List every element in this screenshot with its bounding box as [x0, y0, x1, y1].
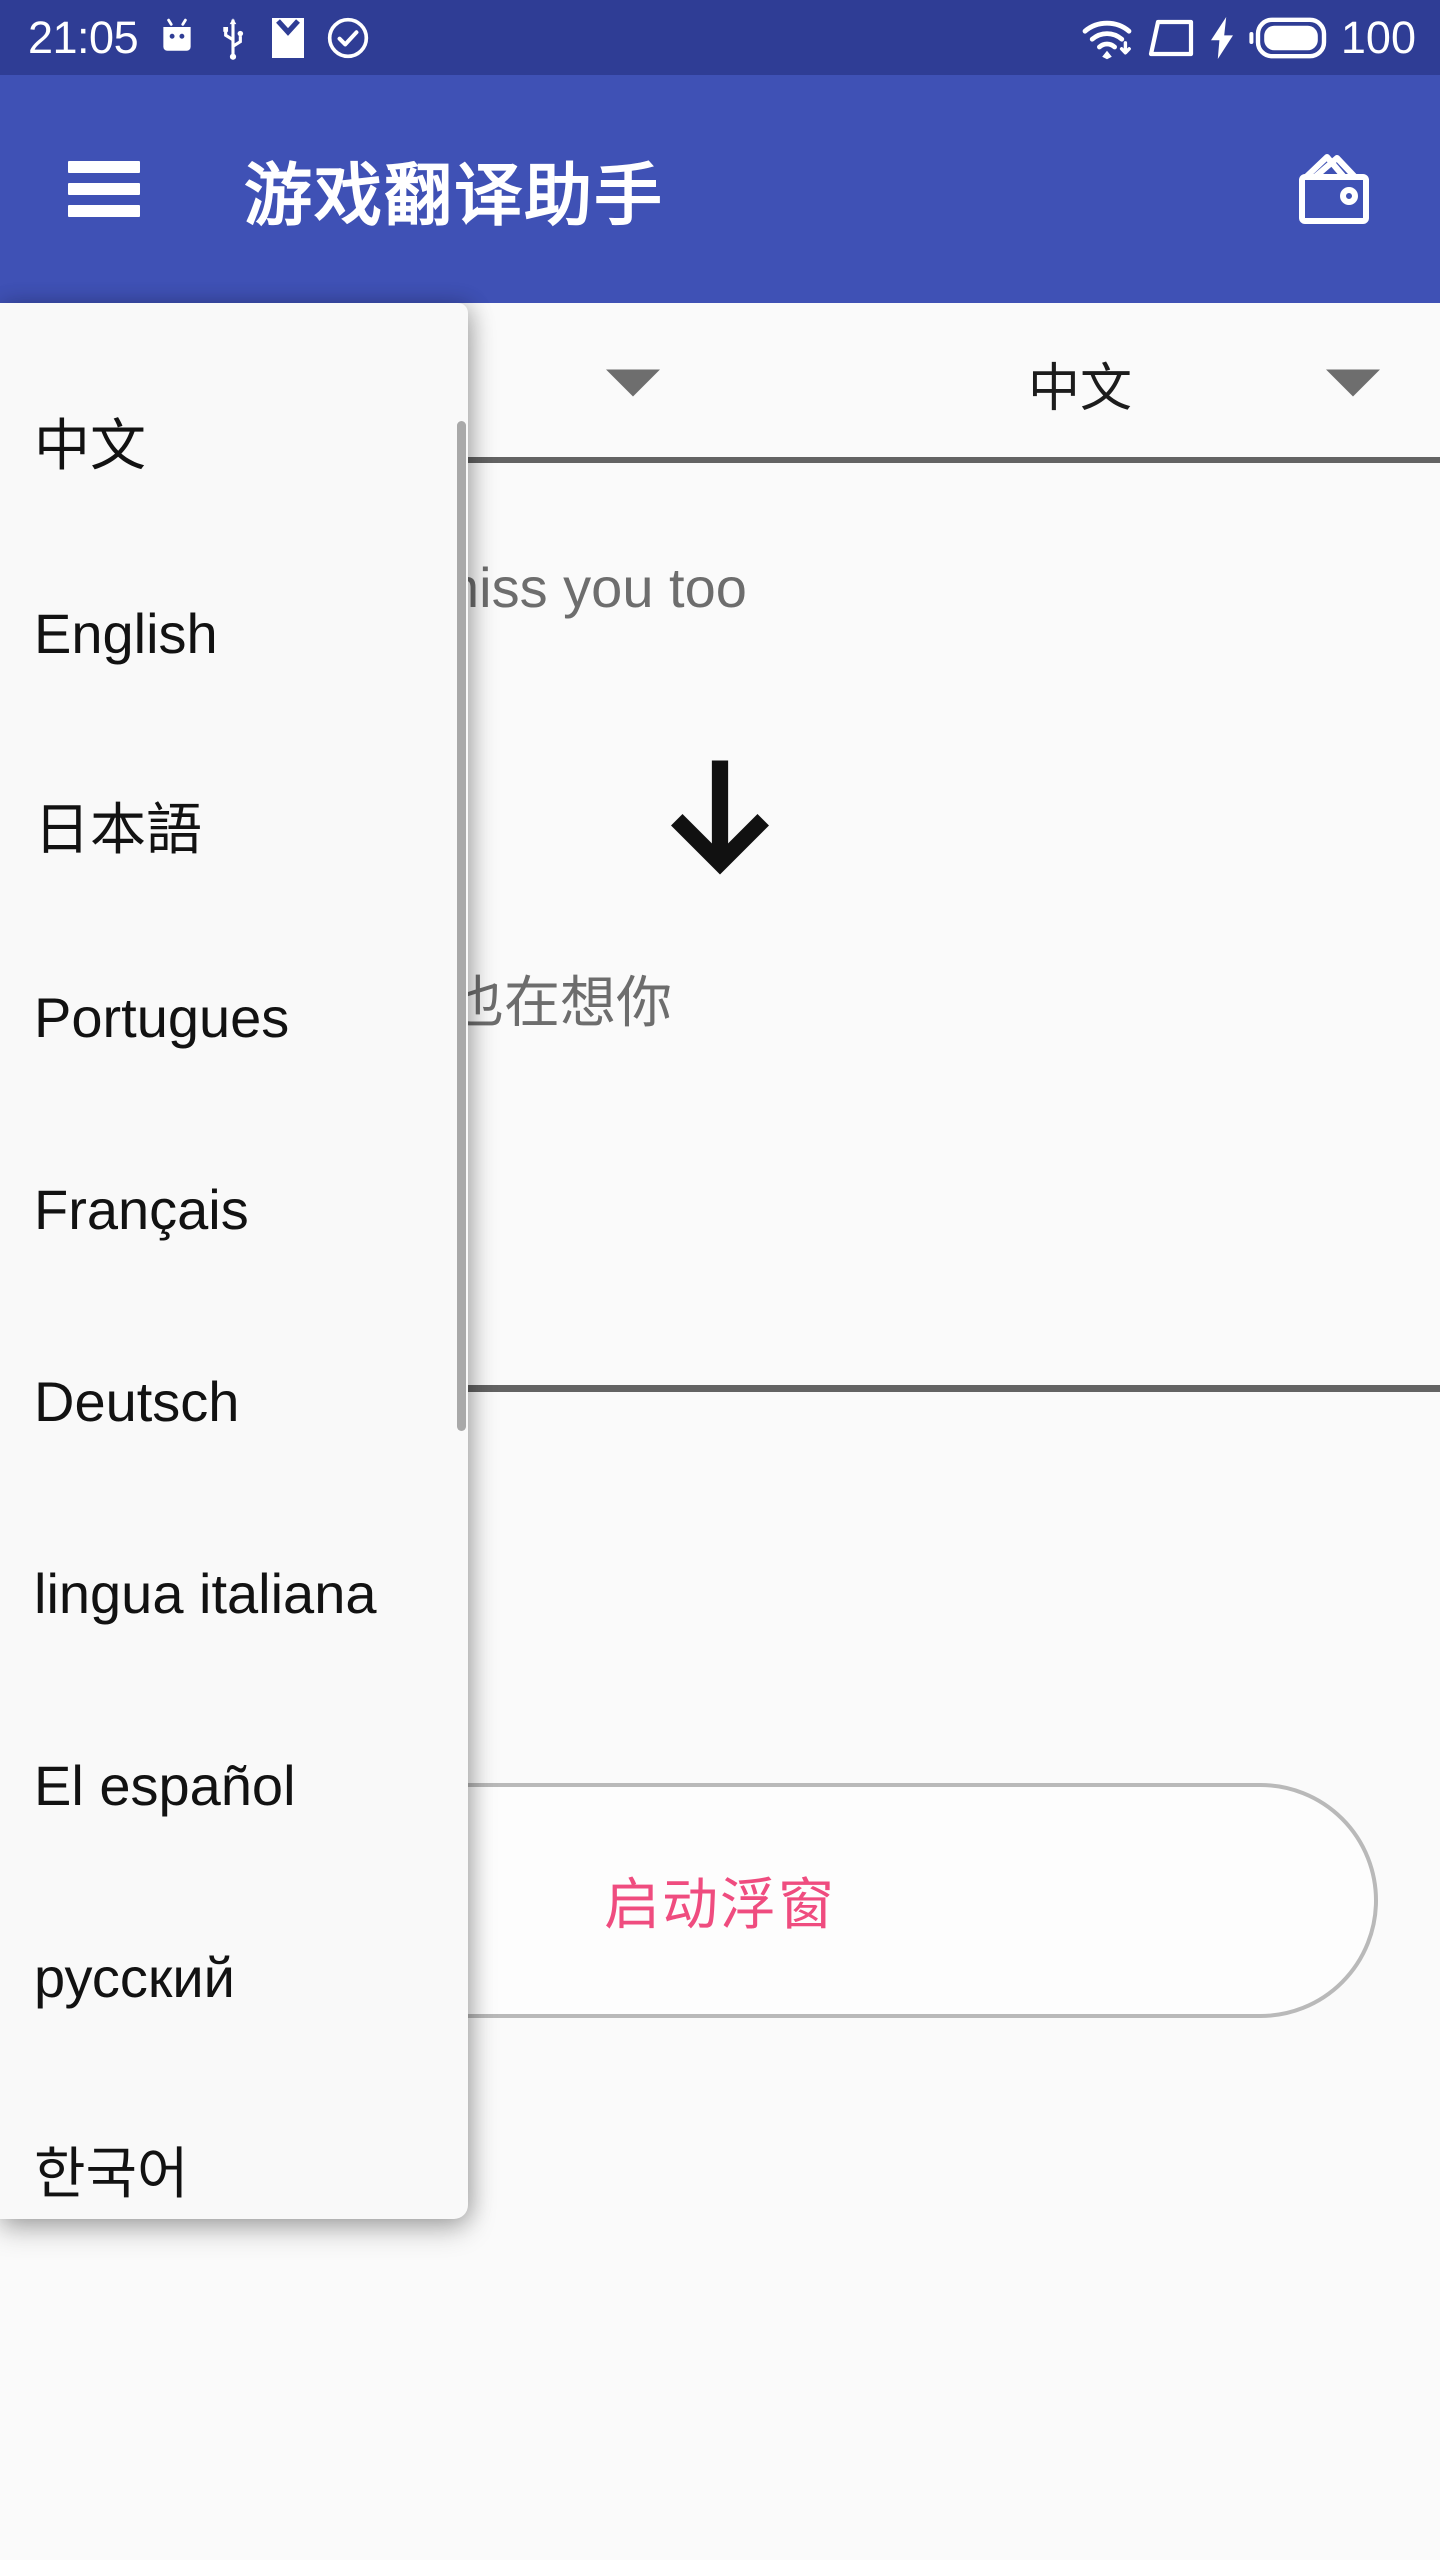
status-bar: 21:05 100 [0, 0, 1440, 75]
android-robot-icon [156, 17, 198, 59]
language-option-label: Deutsch [34, 1369, 240, 1433]
language-option-it[interactable]: lingua italiana [0, 1497, 468, 1689]
app-root: 21:05 100 游戏翻译助手 中文 miss you too 启动浮窗 中文… [0, 0, 1440, 2560]
hamburger-bar-2 [68, 183, 140, 195]
check-circle-icon [326, 16, 370, 60]
arrow-down-icon [665, 753, 775, 883]
start-float-window-label: 启动浮窗 [604, 1873, 836, 1936]
language-option-es[interactable]: El español [0, 1689, 468, 1881]
battery-icon [1249, 17, 1327, 59]
language-option-fr[interactable]: Français [0, 1113, 468, 1305]
vertical-scrollbar[interactable] [457, 421, 466, 1431]
language-option-label: English [34, 601, 218, 665]
hamburger-menu-icon[interactable] [68, 161, 140, 217]
language-option-ru[interactable]: русский [0, 1881, 468, 2073]
chevron-down-icon [606, 369, 660, 397]
target-language-value: 中文 [1027, 359, 1132, 418]
language-option-label: lingua italiana [34, 1561, 377, 1625]
hamburger-bar-1 [68, 161, 140, 173]
language-dropdown-list: 中文 English 日本語 Portugues Français Deutsc… [0, 303, 468, 2219]
page-title: 游戏翻译助手 [244, 157, 665, 234]
language-option-pt[interactable]: Portugues [0, 921, 468, 1113]
message-icon [268, 16, 308, 60]
language-dropdown-menu[interactable]: 中文 English 日本語 Portugues Français Deutsc… [0, 303, 468, 2219]
language-option-label: Portugues [34, 985, 290, 1049]
language-option-ja[interactable]: 日本語 [0, 729, 468, 921]
language-option-label: El español [34, 1753, 296, 1817]
language-option-label: 日本語 [34, 797, 202, 861]
language-option-label: 中文 [34, 413, 146, 477]
language-option-label: 한국어 [34, 2141, 189, 2205]
status-bar-left: 21:05 [28, 15, 370, 60]
language-option-zh[interactable]: 中文 [0, 345, 468, 537]
hamburger-bar-3 [68, 205, 140, 217]
language-option-label: Français [34, 1177, 249, 1241]
language-option-ko[interactable]: 한국어 [0, 2073, 468, 2219]
language-option-de[interactable]: Deutsch [0, 1305, 468, 1497]
target-language-spinner[interactable]: 中文 [720, 303, 1440, 463]
wallet-icon[interactable] [1282, 137, 1386, 241]
sim-card-icon [1147, 18, 1195, 58]
usb-icon [216, 16, 250, 60]
wifi-icon [1081, 16, 1133, 60]
charging-bolt-icon [1209, 16, 1235, 59]
language-option-en[interactable]: English [0, 537, 468, 729]
language-option-label: русский [34, 1945, 235, 2009]
status-bar-clock: 21:05 [28, 12, 139, 63]
status-bar-right: 100 [1081, 15, 1416, 60]
app-bar: 游戏翻译助手 [0, 75, 1440, 303]
chevron-down-icon [1326, 369, 1380, 397]
battery-percentage: 100 [1340, 12, 1416, 63]
